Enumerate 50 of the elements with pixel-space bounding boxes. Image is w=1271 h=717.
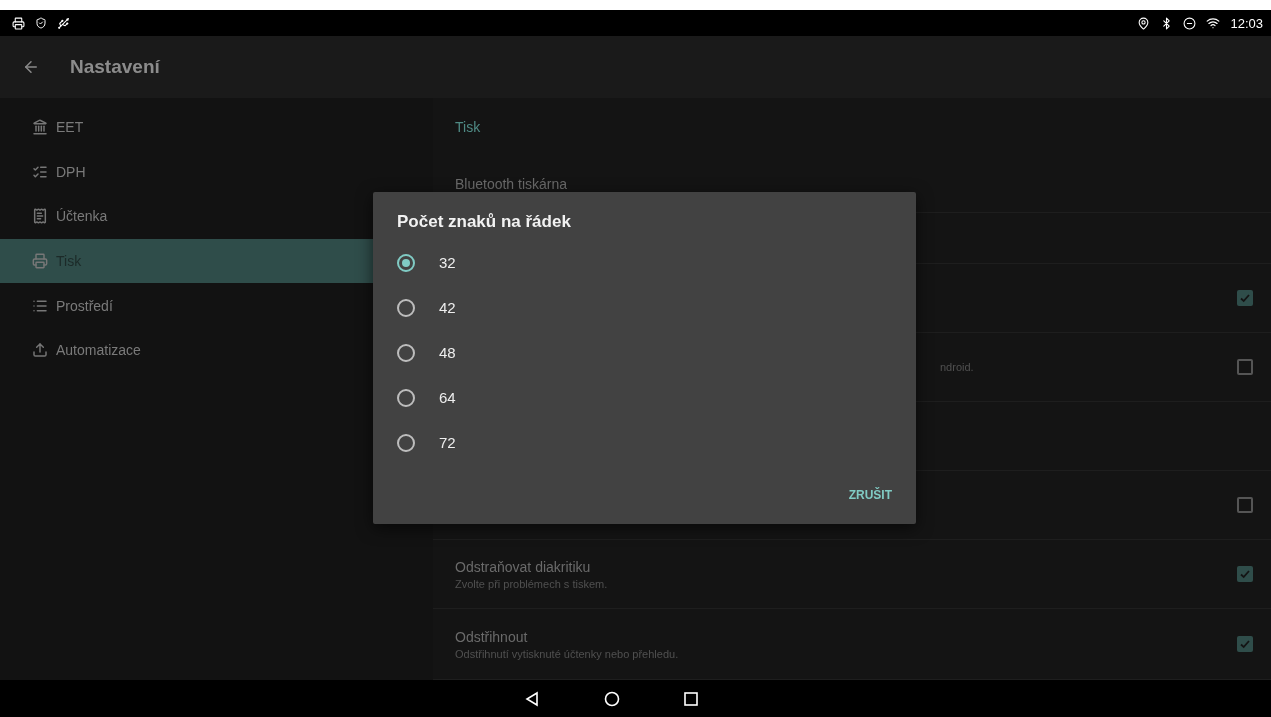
sidebar-item-label: DPH xyxy=(56,163,86,180)
radio-button[interactable] xyxy=(397,388,415,407)
upload-icon xyxy=(32,342,48,359)
option-label[interactable]: 72 xyxy=(439,434,456,451)
option-label[interactable]: 42 xyxy=(439,299,456,316)
setting-title: Odstřihnout xyxy=(455,628,529,645)
receipt-icon xyxy=(32,208,48,225)
checkbox[interactable] xyxy=(1237,359,1253,375)
cancel-button[interactable]: ZRUŠIT xyxy=(848,484,892,506)
recents-icon[interactable] xyxy=(683,691,698,706)
setting-title: Odstraňovat diakritiku xyxy=(455,558,592,575)
radio-button[interactable] xyxy=(397,298,415,317)
sidebar-item[interactable]: EET xyxy=(0,105,433,150)
checkbox[interactable] xyxy=(1237,636,1253,652)
radio-button[interactable] xyxy=(397,253,415,272)
setting-description: ndroid. xyxy=(940,361,974,373)
printer-icon xyxy=(12,16,25,30)
option-label[interactable]: 32 xyxy=(439,254,456,271)
app-title: Nastavení xyxy=(70,56,160,78)
sidebar-item[interactable]: Automatizace xyxy=(0,327,433,373)
option-label[interactable]: 64 xyxy=(439,389,456,406)
sidebar-item-label: Automatizace xyxy=(56,342,141,359)
dialog-title: Počet znaků na řádek xyxy=(397,212,572,232)
printer-icon xyxy=(32,253,48,270)
location-icon xyxy=(1137,16,1151,30)
do-not-disturb-icon xyxy=(1183,16,1197,30)
usb-icon xyxy=(57,16,70,30)
radio-button[interactable] xyxy=(397,433,415,452)
setting-title: Bluetooth tiskárna xyxy=(455,175,568,192)
checkmark-icon xyxy=(1239,292,1251,304)
checkmark-icon xyxy=(1239,638,1251,650)
home-icon[interactable] xyxy=(603,690,620,707)
sidebar-item-label: Prostředí xyxy=(56,297,113,314)
sidebar-item[interactable]: DPH xyxy=(0,149,433,195)
radio-button[interactable] xyxy=(397,343,415,362)
checkmark-icon xyxy=(1239,568,1251,580)
sidebar-item[interactable]: Prostředí xyxy=(0,283,433,328)
bank-icon xyxy=(32,119,48,136)
back-icon[interactable] xyxy=(523,690,540,707)
checkbox[interactable] xyxy=(1237,566,1253,582)
sidebar-item-label: Účtenka xyxy=(56,208,108,225)
setting-description: Odstřihnutí vytisknuté účtenky nebo přehledu. xyxy=(455,647,679,660)
checkbox[interactable] xyxy=(1237,290,1253,306)
wifi-icon xyxy=(1206,16,1221,30)
shield-icon xyxy=(35,17,47,29)
sidebar-item-label: EET xyxy=(56,119,84,136)
section-header: Tisk xyxy=(454,117,482,137)
option-label[interactable]: 48 xyxy=(439,344,456,361)
clock: 12:03 xyxy=(1230,15,1263,31)
checkbox[interactable] xyxy=(1237,497,1253,513)
